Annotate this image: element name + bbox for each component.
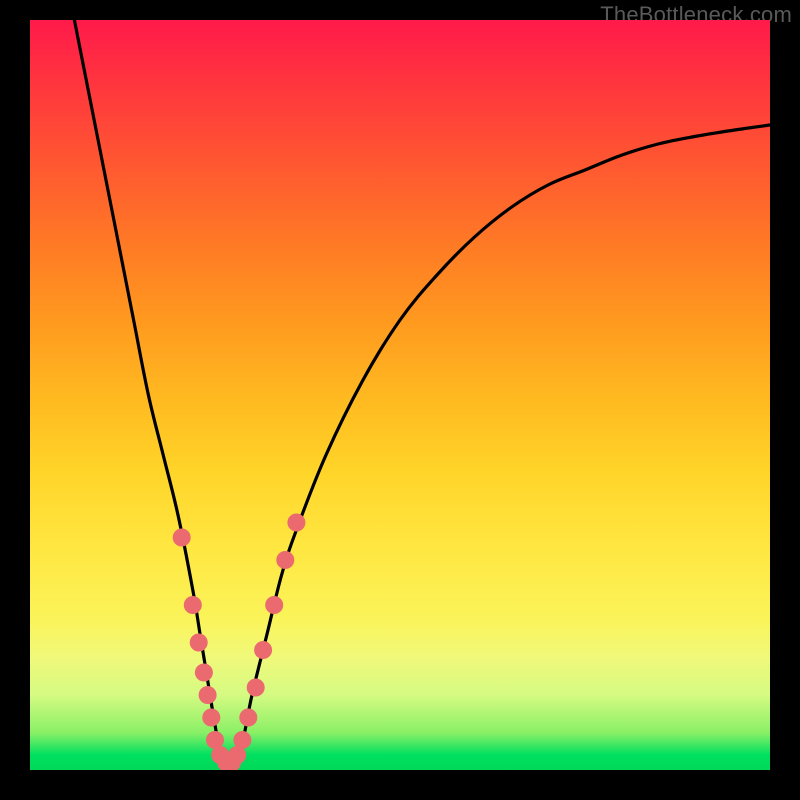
plot-area <box>30 20 770 770</box>
curve-group <box>74 20 770 770</box>
data-marker <box>233 731 251 749</box>
bottleneck-curve-svg <box>30 20 770 770</box>
data-marker <box>173 529 191 547</box>
markers-group <box>173 514 306 771</box>
data-marker <box>239 709 257 727</box>
data-marker <box>202 709 220 727</box>
bottleneck-curve <box>74 20 770 770</box>
data-marker <box>199 686 217 704</box>
data-marker <box>195 664 213 682</box>
data-marker <box>265 596 283 614</box>
data-marker <box>254 641 272 659</box>
data-marker <box>276 551 294 569</box>
data-marker <box>184 596 202 614</box>
data-marker <box>287 514 305 532</box>
data-marker <box>190 634 208 652</box>
chart-container: TheBottleneck.com <box>0 0 800 800</box>
data-marker <box>247 679 265 697</box>
